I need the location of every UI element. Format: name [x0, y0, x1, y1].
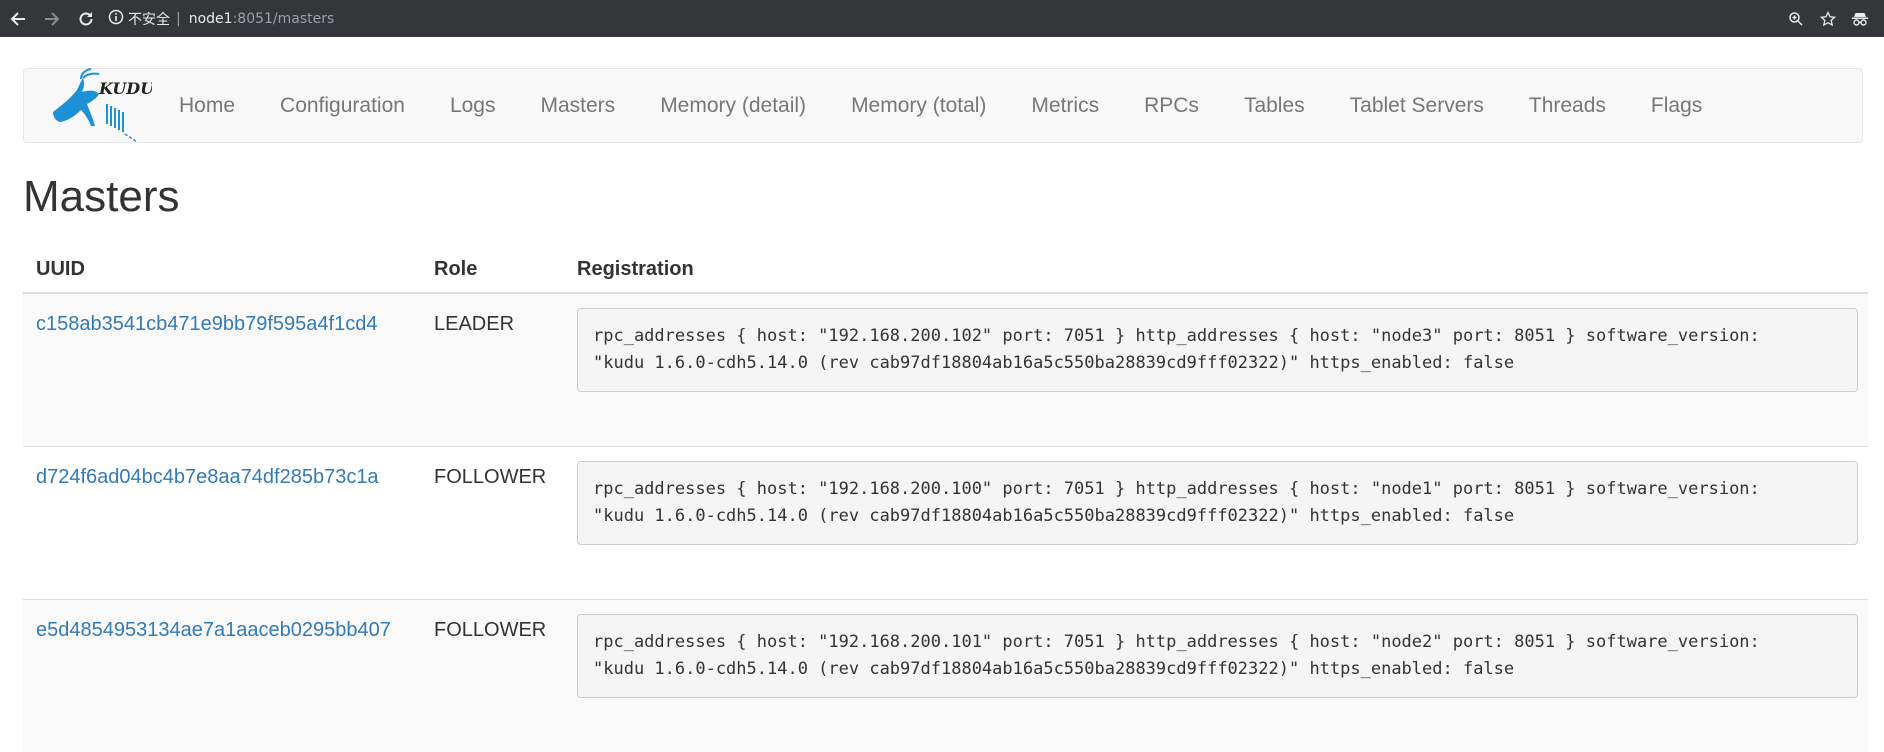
role-cell: FOLLOWER	[421, 447, 564, 600]
table-row: e5d4854953134ae7a1aaceb0295bb407 FOLLOWE…	[23, 600, 1868, 752]
browser-toolbar: 不安全 | node1 :8051/masters	[0, 0, 1884, 37]
uuid-link[interactable]: c158ab3541cb471e9bb79f595a4f1cd4	[36, 294, 408, 336]
nav-link-threads[interactable]: Threads	[1529, 94, 1606, 118]
nav-link-configuration[interactable]: Configuration	[280, 94, 405, 118]
url-separator: |	[176, 11, 181, 27]
uuid-link[interactable]: d724f6ad04bc4b7e8aa74df285b73c1a	[36, 447, 408, 489]
uuid-cell: d724f6ad04bc4b7e8aa74df285b73c1a	[23, 447, 421, 600]
nav-link-tablet-servers[interactable]: Tablet Servers	[1350, 94, 1484, 118]
registration-code: rpc_addresses { host: "192.168.200.102" …	[577, 308, 1858, 392]
bookmark-star-icon[interactable]	[1812, 3, 1844, 35]
registration-code: rpc_addresses { host: "192.168.200.101" …	[577, 614, 1858, 698]
nav-link-memory-total[interactable]: Memory (total)	[851, 94, 986, 118]
nav-link-home[interactable]: Home	[179, 94, 235, 118]
role-cell: LEADER	[421, 293, 564, 447]
security-label: 不安全	[128, 9, 170, 29]
page-title: Masters	[23, 172, 179, 222]
column-header-uuid: UUID	[23, 247, 421, 293]
kudu-logo[interactable]: KUDU	[47, 68, 152, 143]
nav-link-logs[interactable]: Logs	[450, 94, 496, 118]
logo-text: KUDU	[98, 79, 152, 98]
nav-link-metrics[interactable]: Metrics	[1031, 94, 1099, 118]
uuid-cell: e5d4854953134ae7a1aaceb0295bb407	[23, 600, 421, 752]
nav-link-memory-detail[interactable]: Memory (detail)	[660, 94, 806, 118]
masters-table: UUID Role Registration c158ab3541cb471e9…	[23, 247, 1868, 752]
incognito-icon[interactable]	[1844, 3, 1876, 35]
info-icon[interactable]	[108, 9, 124, 29]
forward-icon[interactable]	[36, 3, 68, 35]
top-navbar: KUDU Home Configuration Logs Masters Mem…	[23, 68, 1863, 143]
registration-code: rpc_addresses { host: "192.168.200.100" …	[577, 461, 1858, 545]
table-header-row: UUID Role Registration	[23, 247, 1868, 293]
zoom-icon[interactable]	[1780, 3, 1812, 35]
nav-link-masters[interactable]: Masters	[541, 94, 616, 118]
column-header-role: Role	[421, 247, 564, 293]
registration-cell: rpc_addresses { host: "192.168.200.102" …	[564, 293, 1868, 447]
uuid-cell: c158ab3541cb471e9bb79f595a4f1cd4	[23, 293, 421, 447]
reload-icon[interactable]	[70, 3, 102, 35]
nav-link-tables[interactable]: Tables	[1244, 94, 1305, 118]
column-header-registration: Registration	[564, 247, 1868, 293]
url-path: :8051/masters	[233, 11, 335, 27]
url-host: node1	[189, 11, 233, 27]
antelope-body	[53, 78, 99, 126]
registration-cell: rpc_addresses { host: "192.168.200.100" …	[564, 447, 1868, 600]
role-cell: FOLLOWER	[421, 600, 564, 752]
nav-link-rpcs[interactable]: RPCs	[1144, 94, 1199, 118]
back-icon[interactable]	[2, 3, 34, 35]
nav-link-flags[interactable]: Flags	[1651, 94, 1702, 118]
table-row: c158ab3541cb471e9bb79f595a4f1cd4 LEADER …	[23, 293, 1868, 447]
uuid-link[interactable]: e5d4854953134ae7a1aaceb0295bb407	[36, 600, 408, 642]
registration-cell: rpc_addresses { host: "192.168.200.101" …	[564, 600, 1868, 752]
table-row: d724f6ad04bc4b7e8aa74df285b73c1a FOLLOWE…	[23, 447, 1868, 600]
address-bar[interactable]: 不安全 | node1 :8051/masters	[108, 9, 334, 29]
nav-links: Home Configuration Logs Masters Memory (…	[179, 94, 1747, 118]
